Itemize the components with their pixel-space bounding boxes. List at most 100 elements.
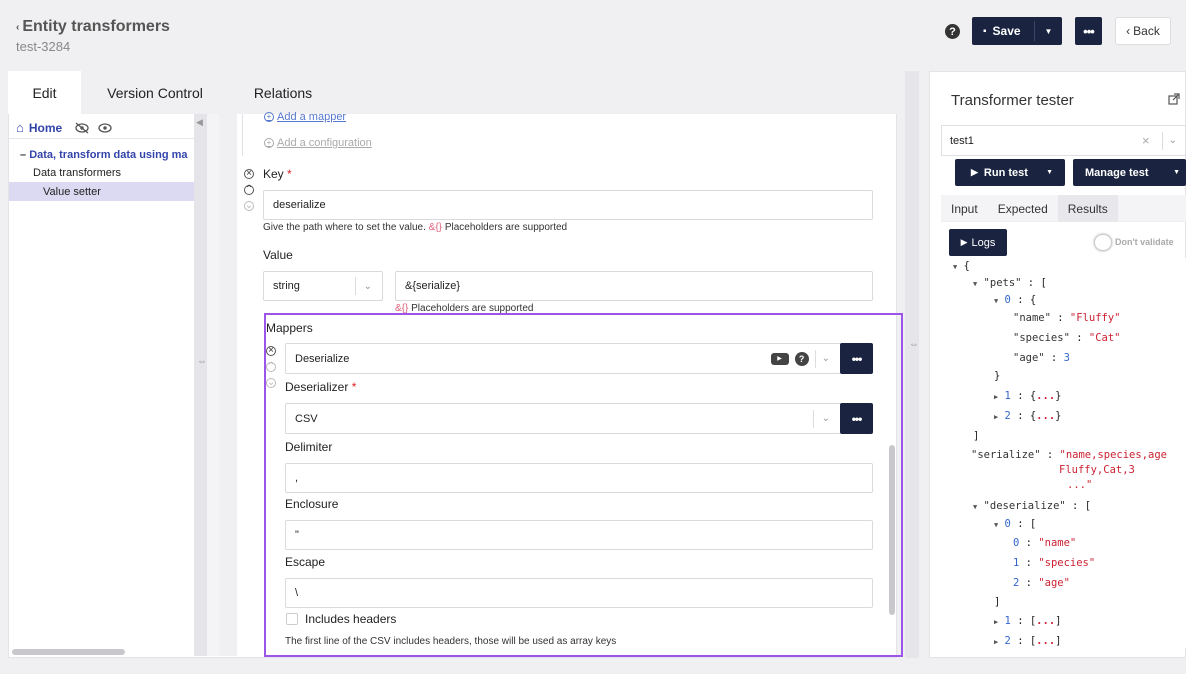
json-line: "species" : "Cat" bbox=[1013, 332, 1121, 344]
json-line: "name" : "Fluffy" bbox=[1013, 312, 1121, 324]
tab-version-control[interactable]: Version Control bbox=[81, 71, 229, 114]
tree-item-value-setter[interactable]: Value setter bbox=[9, 182, 194, 201]
json-line: ] bbox=[973, 430, 980, 442]
json-line[interactable]: ▼ "deserialize" : [ bbox=[973, 500, 1091, 512]
vertical-scrollbar[interactable] bbox=[889, 445, 895, 615]
add-configuration-link[interactable]: + Add a configuration bbox=[264, 137, 372, 149]
editor-tabs: Edit Version Control Relations bbox=[8, 71, 897, 114]
horizontal-scrollbar[interactable] bbox=[12, 649, 125, 655]
eye-slash-icon[interactable] bbox=[75, 122, 89, 134]
help-icon[interactable]: ? bbox=[945, 24, 960, 39]
eye-icon[interactable] bbox=[98, 122, 112, 134]
play-icon: ▶ bbox=[960, 237, 968, 247]
move-down-icon[interactable]: ⌄ bbox=[266, 378, 276, 388]
key-input[interactable]: deserialize bbox=[263, 190, 873, 220]
remove-circle-icon[interactable]: × bbox=[244, 169, 254, 179]
delimiter-label: Delimiter bbox=[285, 440, 333, 454]
tab-edit[interactable]: Edit bbox=[8, 71, 81, 114]
page-title[interactable]: ‹ Entity transformers bbox=[16, 18, 170, 36]
resize-handle-icon[interactable]: ⇔ bbox=[909, 339, 919, 350]
mapper-more-button[interactable]: ••• bbox=[840, 343, 873, 374]
remove-mapper-icon[interactable]: × bbox=[266, 346, 276, 356]
home-icon[interactable]: ⌂ bbox=[16, 120, 24, 135]
mapper-select[interactable]: Deserialize ▶ ? ⌄ bbox=[285, 343, 841, 374]
help-icon[interactable]: ? bbox=[794, 351, 809, 366]
add-mapper-link[interactable]: + Add a mapper bbox=[264, 111, 346, 123]
collapse-left-icon[interactable]: ◀ bbox=[196, 117, 203, 128]
json-line[interactable]: ▼ 0 : { bbox=[994, 294, 1036, 306]
deserializer-more-button[interactable]: ••• bbox=[840, 403, 873, 434]
tree-home-row: ⌂ Home bbox=[16, 120, 112, 135]
logs-button[interactable]: ▶ Logs bbox=[949, 229, 1007, 256]
json-line[interactable]: ▼ 0 : [ bbox=[994, 518, 1036, 530]
home-link[interactable]: Home bbox=[29, 121, 62, 135]
panel-divider[interactable] bbox=[905, 71, 919, 658]
move-down-icon[interactable]: ⌄ bbox=[244, 201, 254, 211]
caret-down-icon: ▼ bbox=[994, 297, 999, 305]
tab-results[interactable]: Results bbox=[1057, 195, 1118, 222]
chevron-left-icon: ‹ bbox=[1126, 24, 1131, 38]
results-json-viewer: ▼ { ▼ "pets" : [ ▼ 0 : { "name" : "Fluff… bbox=[941, 258, 1186, 648]
manage-test-button[interactable]: Manage test ▼ bbox=[1073, 159, 1186, 186]
page-subtitle: test-3284 bbox=[16, 39, 71, 54]
json-line: } bbox=[994, 370, 1001, 382]
chevron-down-icon: ⌄ bbox=[821, 413, 830, 424]
chevron-down-icon: ⌄ bbox=[363, 280, 372, 292]
tree-item-data[interactable]: – Data, transform data using ma bbox=[20, 149, 194, 161]
tab-expected[interactable]: Expected bbox=[988, 195, 1058, 222]
json-line[interactable]: ▼ "pets" : [ bbox=[973, 277, 1047, 289]
test-select[interactable]: test1 × ⌄ bbox=[941, 125, 1186, 156]
run-test-button[interactable]: ▶ Run test ▼ bbox=[955, 159, 1065, 186]
manage-dropdown-caret-icon[interactable]: ▼ bbox=[1173, 169, 1180, 176]
run-dropdown-caret-icon[interactable]: ▼ bbox=[1046, 169, 1053, 176]
tab-relations[interactable]: Relations bbox=[229, 71, 337, 114]
escape-label: Escape bbox=[285, 555, 326, 569]
escape-input[interactable]: \ bbox=[285, 578, 873, 608]
json-line[interactable]: ▶ 1 : [...] bbox=[994, 615, 1061, 627]
caret-right-icon: ▶ bbox=[994, 618, 999, 626]
dont-validate-toggle[interactable]: Don't validate bbox=[1094, 233, 1186, 251]
tree-collapse-bar[interactable] bbox=[194, 114, 207, 656]
deserializer-select[interactable]: CSV ⌄ bbox=[285, 403, 841, 434]
json-line: ..." bbox=[1067, 479, 1093, 491]
includes-headers-label[interactable]: Includes headers bbox=[305, 612, 396, 626]
json-line[interactable]: ▶ 2 : {...} bbox=[994, 410, 1061, 422]
chevron-down-icon: ⌄ bbox=[1168, 135, 1177, 146]
includes-headers-checkbox[interactable] bbox=[286, 613, 298, 625]
chevron-left-icon: ‹ bbox=[16, 21, 20, 33]
enclosure-label: Enclosure bbox=[285, 497, 339, 511]
clear-icon[interactable]: × bbox=[1142, 133, 1150, 148]
value-type-select[interactable]: string ⌄ bbox=[263, 271, 383, 301]
select-divider bbox=[354, 277, 356, 295]
youtube-icon[interactable]: ▶ bbox=[770, 352, 789, 365]
tree-item-data-transformers[interactable]: Data transformers bbox=[33, 167, 121, 179]
save-dropdown-caret-icon[interactable]: ▼ bbox=[1035, 27, 1062, 36]
plus-circle-icon: + bbox=[264, 138, 274, 148]
json-line: 1 : "species" bbox=[1013, 557, 1096, 569]
collapse-icon[interactable]: – bbox=[20, 149, 29, 161]
resize-handle-icon[interactable]: ⇔ bbox=[197, 356, 207, 367]
move-up-icon[interactable]: ⌃ bbox=[266, 362, 276, 372]
caret-right-icon: ▶ bbox=[994, 393, 999, 401]
json-line: 0 : "name" bbox=[1013, 537, 1077, 549]
tester-title: Transformer tester bbox=[951, 92, 1074, 109]
delimiter-input[interactable]: , bbox=[285, 463, 873, 493]
key-label: Key * bbox=[263, 167, 292, 181]
select-divider bbox=[814, 349, 816, 368]
value-input[interactable]: &{serialize} bbox=[395, 271, 873, 301]
move-up-icon[interactable]: ⌃ bbox=[244, 185, 254, 195]
tab-input[interactable]: Input bbox=[941, 195, 988, 222]
select-divider bbox=[812, 409, 814, 428]
caret-down-icon: ▼ bbox=[953, 263, 958, 271]
toggle-switch[interactable] bbox=[1094, 233, 1112, 251]
json-line[interactable]: ▶ 1 : {...} bbox=[994, 390, 1061, 402]
config-card-edge bbox=[242, 114, 262, 156]
chevron-down-icon: ⌄ bbox=[821, 353, 830, 364]
json-line: Fluffy,Cat,3 bbox=[1059, 464, 1135, 476]
back-button[interactable]: ‹ Back bbox=[1115, 17, 1171, 45]
external-link-icon[interactable] bbox=[1168, 93, 1180, 105]
json-line[interactable]: ▶ 2 : [...] bbox=[994, 635, 1061, 647]
save-button[interactable]: ▪ Save ▼ bbox=[972, 17, 1062, 45]
enclosure-input[interactable]: " bbox=[285, 520, 873, 550]
more-options-button[interactable]: ••• bbox=[1075, 17, 1102, 45]
